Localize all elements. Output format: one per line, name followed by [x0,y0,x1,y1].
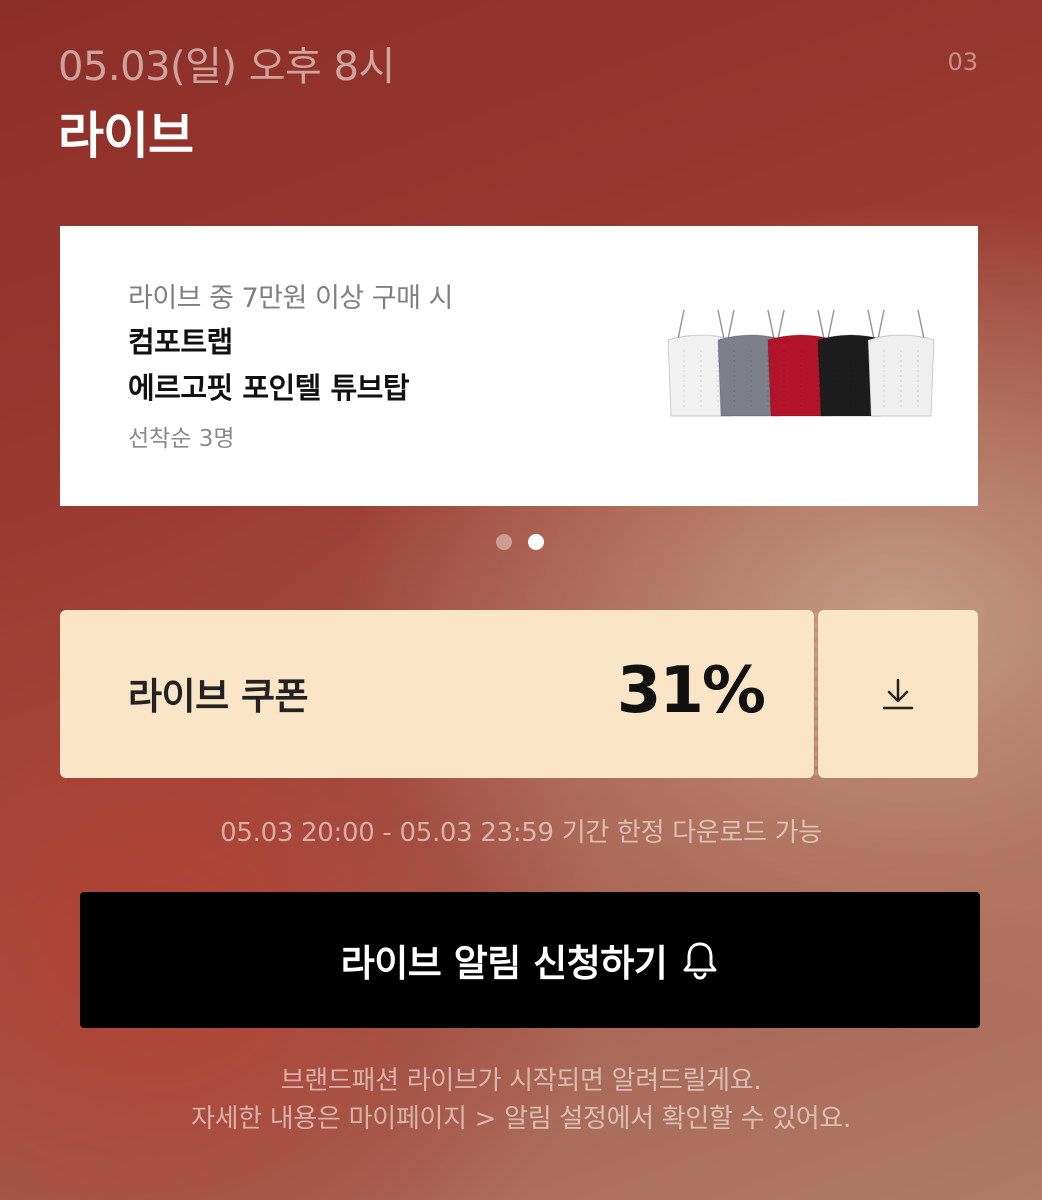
live-notify-button[interactable]: 라이브 알림 신청하기 [80,892,980,1028]
carousel-indicator [496,534,544,550]
promo-condition: 라이브 중 7만원 이상 구매 시 [128,283,453,314]
coupon-discount-value: 31% [616,654,766,728]
bell-icon [683,942,717,980]
coupon-label: 라이브 쿠폰 [128,675,309,718]
promo-card[interactable]: 라이브 중 7만원 이상 구매 시 컴포트랩 에르고핏 포인텔 튜브탑 선착순 … [60,226,978,506]
coupon-divider [815,612,817,776]
coupon-download-button[interactable] [818,610,978,778]
notify-button-label: 라이브 알림 신청하기 [340,942,668,985]
coupon-card: 라이브 쿠폰 31% [60,610,814,778]
promo-product-name-line1: 컴포트랩 [128,325,233,359]
product-top-5 [867,309,935,417]
page-title: 라이브 [58,107,194,165]
promo-limit: 선착순 3명 [128,426,235,452]
notification-info-line2: 자세한 내용은 마이페이지 > 알림 설정에서 확인할 수 있어요. [190,1104,852,1134]
promo-product-name-line2: 에르고핏 포인텔 튜브탑 [128,371,409,405]
product-image [667,309,935,417]
carousel-dot-2[interactable] [528,534,544,550]
notification-info: 브랜드패션 라이브가 시작되면 알려드릴게요. 자세한 내용은 마이페이지 > … [0,1062,1042,1138]
page-number: 03 [947,48,978,76]
promo-text: 라이브 중 7만원 이상 구매 시 컴포트랩 에르고핏 포인텔 튜브탑 선착순 … [128,276,453,453]
coupon-period: 05.03 20:00 - 05.03 23:59 기간 한정 다운로드 가능 [220,818,822,848]
carousel-dot-1[interactable] [496,534,512,550]
download-icon [882,678,914,710]
notification-info-line1: 브랜드패션 라이브가 시작되면 알려드릴게요. [280,1066,762,1096]
live-date: 05.03(일) 오후 8시 [58,44,395,90]
